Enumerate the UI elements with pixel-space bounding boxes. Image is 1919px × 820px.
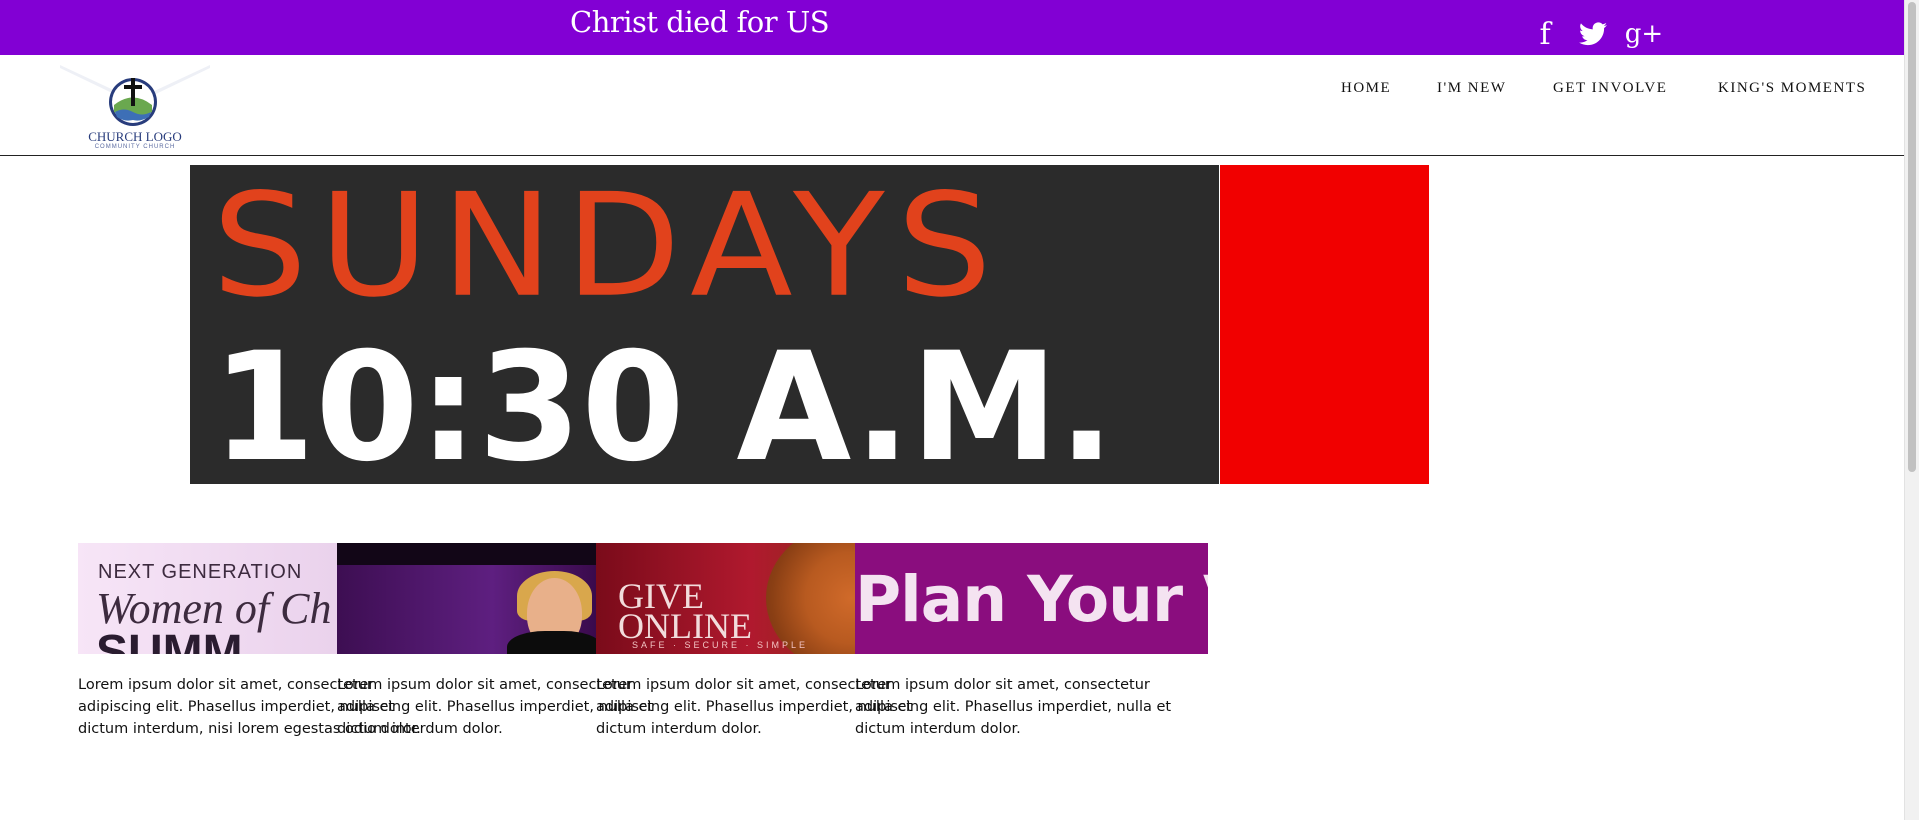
hero-day: SUNDAYS [212, 165, 1004, 329]
offering-plate-graphic [766, 543, 855, 654]
logo-subtitle: COMMUNITY CHURCH [94, 144, 176, 150]
image-top-band [337, 543, 596, 565]
google-plus-icon[interactable]: g+ [1625, 18, 1663, 50]
church-logo[interactable]: CHURCH LOGO COMMUNITY CHURCH [60, 60, 210, 155]
nav-get-involve[interactable]: GET INVOLVE [1553, 80, 1667, 97]
scrollbar-thumb[interactable] [1908, 2, 1916, 472]
nav-home[interactable]: HOME [1341, 80, 1391, 97]
card-image-caption: NEXT GENERATION [98, 561, 303, 583]
nav-kings-moments[interactable]: KING'S MOMENTS [1718, 80, 1866, 97]
card-image-caption: GIVE ONLINE [618, 578, 752, 644]
hero-side-panel [1220, 165, 1429, 484]
portrait-body [507, 631, 596, 654]
hero-banner: SUNDAYS 10:30 A.M. [190, 165, 1219, 484]
top-bar [0, 0, 1904, 55]
site-tagline: Christ died for US [570, 5, 830, 39]
card-image-caption: Plan Your Visit [855, 563, 1208, 636]
card-image-give-online[interactable]: GIVE ONLINE SAFE · SECURE · SIMPLE [596, 543, 855, 654]
nav-im-new[interactable]: I'M NEW [1437, 80, 1506, 97]
site-header [0, 55, 1904, 156]
twitter-icon[interactable] [1578, 18, 1608, 50]
facebook-icon[interactable]: f [1530, 17, 1560, 52]
card-image-caption: SUMM [96, 626, 243, 654]
card-image-women-summit[interactable]: NEXT GENERATION Women of Ch SUMM [78, 543, 337, 654]
card-image-subcaption: SAFE · SECURE · SIMPLE [632, 640, 809, 650]
logo-title: CHURCH LOGO [88, 129, 182, 144]
card-image-plan-visit[interactable]: Plan Your Visit [855, 543, 1208, 654]
card-image-pastor[interactable] [337, 543, 596, 654]
card-description: Lorem ipsum dolor sit amet, consectetur … [855, 677, 1172, 737]
logo-emblem-icon [60, 65, 210, 126]
hero-time: 10:30 A.M. [212, 321, 1115, 484]
